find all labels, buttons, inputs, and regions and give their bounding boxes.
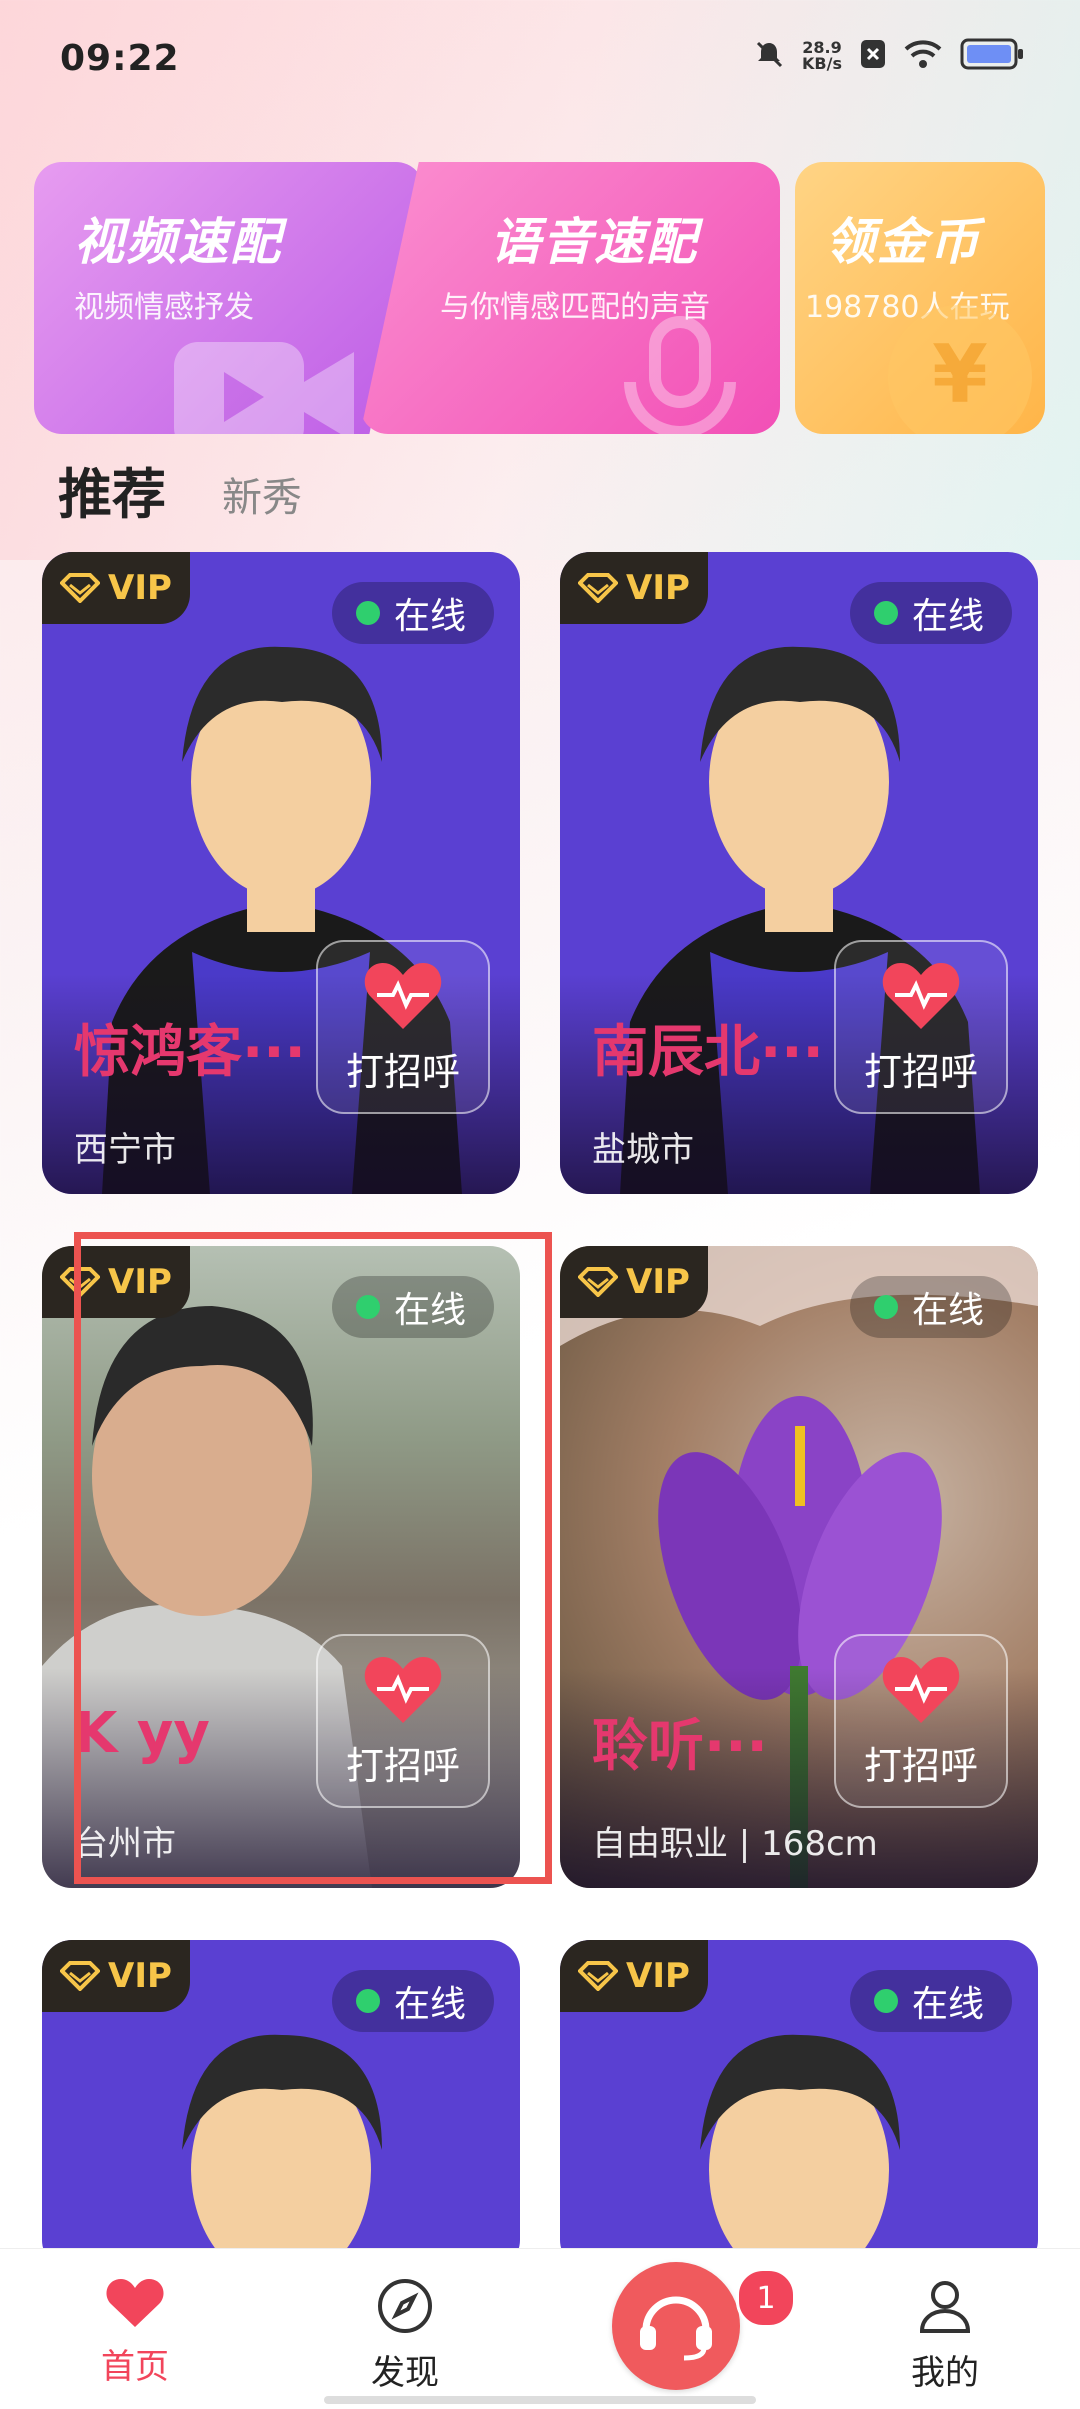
- vip-badge: VIP: [560, 1246, 708, 1318]
- heartbeat-heart-icon: [882, 1656, 960, 1723]
- say-hi-button[interactable]: 打招呼: [316, 940, 490, 1114]
- user-location: 西宁市: [74, 1130, 176, 1170]
- heart-icon: [106, 2279, 164, 2327]
- vip-badge: VIP: [42, 552, 190, 624]
- status-icons: 28.9 KB/s: [754, 38, 1024, 74]
- diamond-icon: [60, 573, 101, 603]
- nav-me[interactable]: 我的: [870, 2277, 1020, 2394]
- say-hi-button[interactable]: 打招呼: [834, 940, 1008, 1114]
- heartbeat-heart-icon: [882, 962, 960, 1029]
- online-dot-icon: [355, 1989, 380, 2013]
- vip-badge: VIP: [42, 1940, 190, 2012]
- tab-newcomers[interactable]: 新秀: [222, 465, 302, 529]
- nav-home[interactable]: 首页: [60, 2277, 210, 2388]
- user-card[interactable]: VIP 在线 打招呼 聆听··· 自由职业 | 168cm: [560, 1246, 1038, 1888]
- online-status: 在线: [849, 1970, 1012, 2032]
- say-hi-button[interactable]: 打招呼: [834, 1634, 1008, 1808]
- vip-badge: VIP: [560, 552, 708, 624]
- diamond-icon: [578, 573, 619, 603]
- battery-icon: [960, 38, 1024, 74]
- svg-text:¥: ¥: [932, 328, 988, 421]
- person-icon: [919, 2281, 971, 2333]
- status-bar: 09:22 28.9 KB/s: [0, 0, 1080, 120]
- net-speed: 28.9 KB/s: [802, 38, 842, 73]
- online-status: 在线: [331, 582, 494, 644]
- online-dot-icon: [873, 1989, 898, 2013]
- vip-badge: VIP: [560, 1940, 708, 2012]
- feature-title: 领金币: [825, 213, 981, 271]
- online-status: 在线: [849, 1276, 1012, 1338]
- video-icon: [164, 322, 364, 434]
- online-status: 在线: [331, 1970, 494, 2032]
- voice-service-button[interactable]: [612, 2262, 740, 2390]
- user-card[interactable]: VIP 在线 打招呼 南辰北··· 盐城市: [560, 552, 1038, 1194]
- user-card[interactable]: VIP 在线 打招呼 惊鸿客··· 西宁市: [42, 552, 520, 1194]
- feed-tabs: 推荐 新秀: [58, 450, 302, 529]
- wifi-icon: [904, 39, 942, 73]
- online-status: 在线: [849, 582, 1012, 644]
- nav-discover[interactable]: 发现: [330, 2277, 480, 2394]
- clock: 09:22: [60, 38, 180, 79]
- user-name: 聆听···: [592, 1714, 768, 1779]
- heartbeat-heart-icon: [364, 962, 442, 1029]
- user-card[interactable]: VIP 在线: [42, 1940, 520, 2270]
- tab-recommend[interactable]: 推荐: [58, 450, 166, 529]
- diamond-icon: [60, 1961, 101, 1991]
- close-box-icon: [860, 39, 886, 73]
- online-dot-icon: [873, 1295, 898, 1319]
- feature-title: 视频速配: [74, 213, 282, 271]
- online-dot-icon: [873, 601, 898, 625]
- user-name: 南辰北···: [592, 1020, 824, 1085]
- bottom-nav: 首页 发现 我的: [0, 2248, 1080, 2409]
- notification-badge: 1: [736, 2268, 796, 2328]
- selection-highlight: [74, 1232, 552, 1884]
- user-name: 惊鸿客···: [74, 1020, 306, 1085]
- yen-coin-icon: ¥: [885, 302, 1035, 434]
- microphone-icon: [600, 312, 760, 434]
- compass-icon: [378, 2279, 432, 2333]
- user-card[interactable]: VIP 在线: [560, 1940, 1038, 2270]
- user-occupation: 自由职业 | 168cm: [592, 1824, 878, 1864]
- earn-coins-card[interactable]: 领金币 198780人在玩 ¥: [795, 162, 1045, 434]
- diamond-icon: [578, 1267, 619, 1297]
- user-location: 盐城市: [592, 1130, 694, 1170]
- online-dot-icon: [355, 601, 380, 625]
- headset-icon: [640, 2296, 712, 2361]
- home-indicator: [324, 2396, 756, 2404]
- voice-match-card[interactable]: 语音速配 与你情感匹配的声音: [360, 162, 780, 434]
- feature-title: 语音速配: [490, 213, 698, 271]
- diamond-icon: [578, 1961, 619, 1991]
- mute-icon: [754, 39, 784, 73]
- video-match-card[interactable]: 视频速配 视频情感抒发: [34, 162, 424, 434]
- feature-subtitle: 视频情感抒发: [74, 290, 254, 325]
